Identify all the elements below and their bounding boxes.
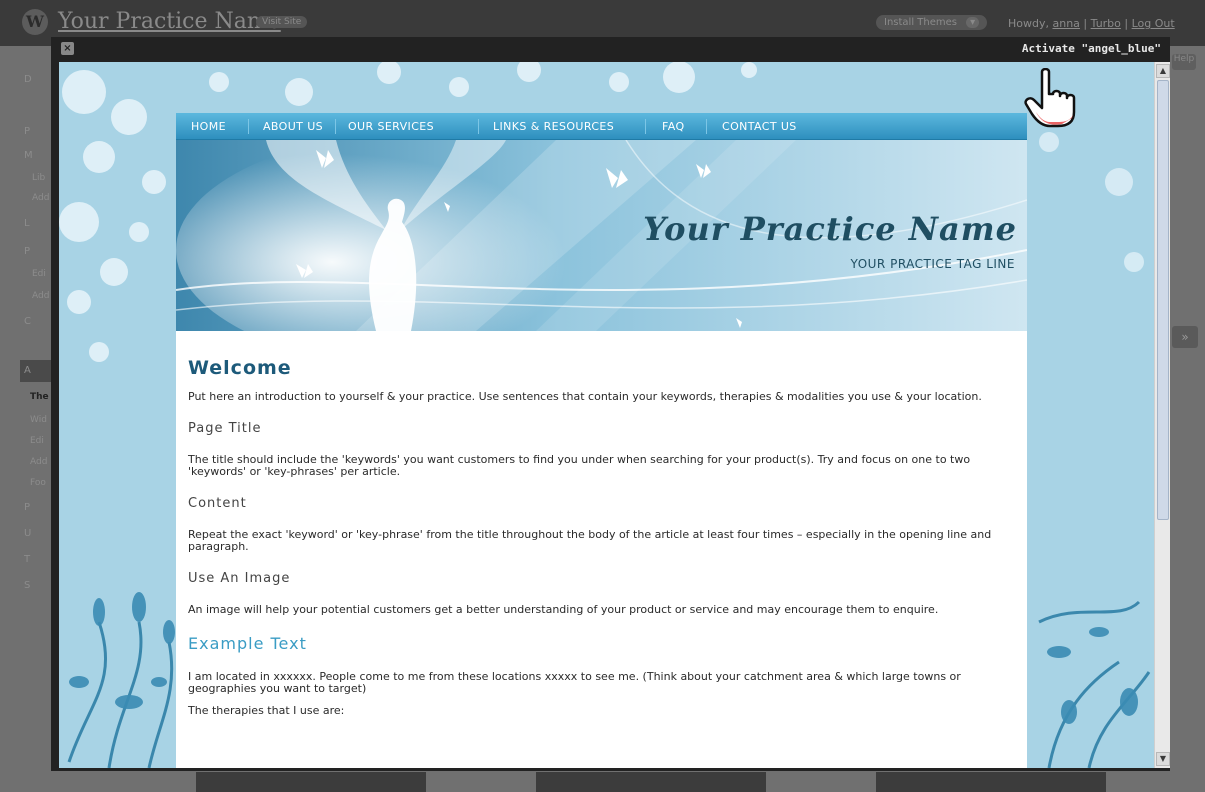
turbo-link[interactable]: Turbo — [1091, 17, 1121, 30]
activate-theme-link[interactable]: Activate "angel_blue" — [1022, 42, 1161, 55]
sidebar-sub-widgets[interactable]: Wid — [30, 415, 50, 425]
sidebar-sub-add-new-themes[interactable]: Add — [30, 457, 50, 467]
log-out-link[interactable]: Log Out — [1132, 17, 1175, 30]
scroll-up-arrow-icon[interactable]: ▲ — [1156, 64, 1170, 78]
install-themes-label: Install Themes — [884, 17, 957, 28]
sidebar-item-comments[interactable]: C — [24, 316, 54, 332]
nav-home[interactable]: HOME — [191, 120, 226, 133]
sidebar-item-posts[interactable]: P — [24, 126, 54, 142]
sidebar-item-dashboard[interactable]: D — [24, 74, 54, 90]
sidebar-sub-footer[interactable]: Foo — [30, 478, 50, 488]
theme-preview-modal: × Activate "angel_blue" HOME ABOUT US OU… — [51, 37, 1170, 771]
hand-pointer-cursor-icon — [1024, 68, 1076, 128]
banner-site-title: Your Practice Name — [643, 210, 1017, 248]
use-image-paragraph: An image will help your potential custom… — [188, 603, 939, 616]
theme-thumbnail[interactable] — [876, 772, 1106, 792]
sidebar-item-pages[interactable]: P — [24, 246, 54, 262]
sidebar-sub-themes[interactable]: The — [30, 392, 50, 402]
sidebar-item-settings[interactable]: S — [24, 580, 54, 596]
preview-scrollbar[interactable]: ▲ ▼ — [1154, 62, 1170, 768]
site-content: Welcome Put here an introduction to your… — [188, 357, 1008, 735]
modal-titlebar: × Activate "angel_blue" — [51, 37, 1170, 62]
user-link[interactable]: anna — [1053, 17, 1080, 30]
sidebar-item-media[interactable]: M — [24, 150, 54, 166]
wordpress-logo-icon: W — [22, 9, 48, 35]
theme-site-page: HOME ABOUT US OUR SERVICES LINKS & RESOU… — [176, 113, 1027, 768]
nav-faq[interactable]: FAQ — [662, 120, 685, 133]
therapies-paragraph: The therapies that I use are: — [188, 704, 345, 717]
sidebar-item-appearance[interactable]: A — [24, 365, 54, 381]
sidebar-sub-edit-pages[interactable]: Edi — [32, 269, 52, 279]
content-paragraph: Repeat the exact 'keyword' or 'key-phras… — [188, 528, 992, 553]
visit-site-button[interactable]: Visit Site — [256, 16, 308, 28]
nav-separator — [248, 119, 249, 134]
nav-about-us[interactable]: ABOUT US — [263, 120, 323, 133]
example-paragraph: I am located in xxxxxx. People come to m… — [188, 670, 961, 695]
use-image-heading: Use An Image — [188, 571, 291, 586]
nav-separator — [645, 119, 646, 134]
theme-thumbnail[interactable] — [536, 772, 766, 792]
scroll-down-arrow-icon[interactable]: ▼ — [1156, 752, 1170, 766]
scrollbar-thumb[interactable] — [1157, 80, 1169, 520]
sidebar-item-plugins[interactable]: P — [24, 502, 54, 518]
sidebar-sub-add-page[interactable]: Add — [32, 291, 52, 301]
nav-links-resources[interactable]: LINKS & RESOURCES — [493, 120, 614, 133]
howdy-label: Howdy, — [1008, 17, 1049, 30]
sidebar-item-links[interactable]: L — [24, 218, 54, 234]
theme-thumbnail[interactable] — [196, 772, 426, 792]
page-title-paragraph: The title should include the 'keywords' … — [188, 453, 971, 478]
page-title-heading: Page Title — [188, 421, 262, 436]
example-text-heading: Example Text — [188, 634, 307, 653]
install-themes-button[interactable]: Install Themes ▾ — [876, 15, 988, 30]
site-nav-bar: HOME ABOUT US OUR SERVICES LINKS & RESOU… — [176, 113, 1027, 140]
nav-separator — [335, 119, 336, 134]
nav-separator — [706, 119, 707, 134]
nav-contact-us[interactable]: CONTACT US — [722, 120, 797, 133]
theme-preview-frame: HOME ABOUT US OUR SERVICES LINKS & RESOU… — [59, 62, 1154, 768]
user-greeting: Howdy, anna | Turbo | Log Out — [1008, 17, 1175, 30]
expand-arrow-icon[interactable]: » — [1172, 326, 1198, 348]
nav-separator — [478, 119, 479, 134]
help-tab[interactable]: Help — [1172, 54, 1196, 70]
close-icon[interactable]: × — [61, 42, 74, 55]
nav-our-services[interactable]: OUR SERVICES — [348, 120, 434, 133]
sidebar-sub-library[interactable]: Lib — [32, 173, 52, 183]
intro-paragraph: Put here an introduction to yourself & y… — [188, 390, 982, 403]
sidebar-sub-add-media[interactable]: Add — [32, 193, 52, 203]
sidebar-sub-editor[interactable]: Edi — [30, 436, 50, 446]
sidebar-item-users[interactable]: U — [24, 528, 54, 544]
site-banner: Your Practice Name YOUR PRACTICE TAG LIN… — [176, 140, 1027, 331]
welcome-heading: Welcome — [188, 357, 292, 379]
content-heading: Content — [188, 496, 247, 511]
admin-site-name[interactable]: Your Practice Name — [58, 9, 281, 34]
chevron-down-icon: ▾ — [966, 17, 980, 28]
sidebar-item-tools[interactable]: T — [24, 554, 54, 570]
banner-tagline: YOUR PRACTICE TAG LINE — [850, 257, 1015, 271]
